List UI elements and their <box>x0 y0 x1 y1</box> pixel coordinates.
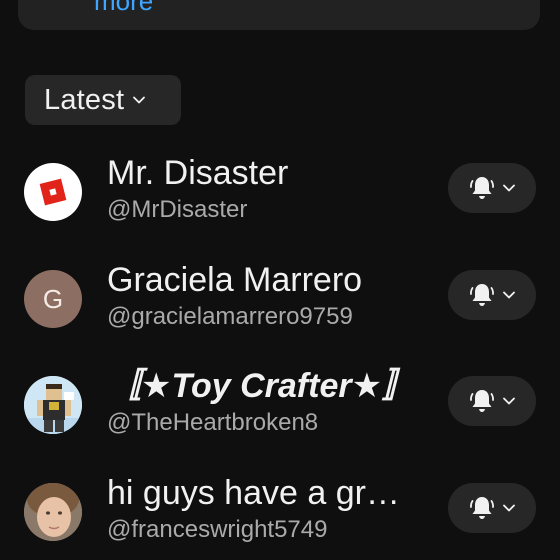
bell-icon <box>470 390 494 412</box>
notification-settings-button[interactable] <box>448 270 536 320</box>
avatar[interactable] <box>24 376 82 434</box>
roblox-logo-icon <box>39 178 67 206</box>
chevron-down-icon <box>503 397 515 405</box>
bell-icon <box>470 177 494 199</box>
avatar[interactable] <box>24 163 82 221</box>
chevron-down-icon <box>503 184 515 192</box>
notification-settings-button[interactable] <box>448 483 536 533</box>
channel-name: Mr. Disaster <box>107 154 289 192</box>
sort-label: Latest <box>44 83 125 116</box>
sort-dropdown[interactable]: Latest <box>25 75 181 125</box>
chevron-down-icon <box>503 504 515 512</box>
channel-row[interactable]: hi guys have a gr… @franceswright5749 <box>0 473 560 560</box>
channel-row[interactable]: Mr. Disaster @MrDisaster <box>0 153 560 253</box>
chevron-down-icon <box>132 93 146 107</box>
avatar[interactable]: G <box>24 270 82 328</box>
channel-row[interactable]: G Graciela Marrero @gracielamarrero9759 <box>0 260 560 360</box>
channel-handle: @MrDisaster <box>107 196 248 223</box>
notification-settings-button[interactable] <box>448 163 536 213</box>
description-card[interactable]: more <box>18 0 540 30</box>
bell-icon <box>470 497 494 519</box>
channel-name: 〚★Toy Crafter★〛 <box>107 367 417 405</box>
avatar[interactable] <box>24 483 82 541</box>
channel-row[interactable]: 〚★Toy Crafter★〛 @TheHeartbroken8 <box>0 366 560 466</box>
chevron-down-icon <box>503 291 515 299</box>
channel-handle: @gracielamarrero9759 <box>107 303 353 330</box>
avatar-letter: G <box>42 283 64 314</box>
notification-settings-button[interactable] <box>448 376 536 426</box>
roblox-character-icon <box>24 376 82 434</box>
channel-name: Graciela Marrero <box>107 261 363 299</box>
channel-handle: @TheHeartbroken8 <box>107 409 319 436</box>
more-link[interactable]: more <box>94 0 153 14</box>
channel-handle: @franceswright5749 <box>107 516 328 543</box>
subscriptions-page: more Latest Mr. Disaster @MrDisaster G G… <box>0 0 560 560</box>
person-photo-icon <box>24 483 82 541</box>
channel-name: hi guys have a gr… <box>107 474 400 512</box>
bell-icon <box>470 284 494 306</box>
